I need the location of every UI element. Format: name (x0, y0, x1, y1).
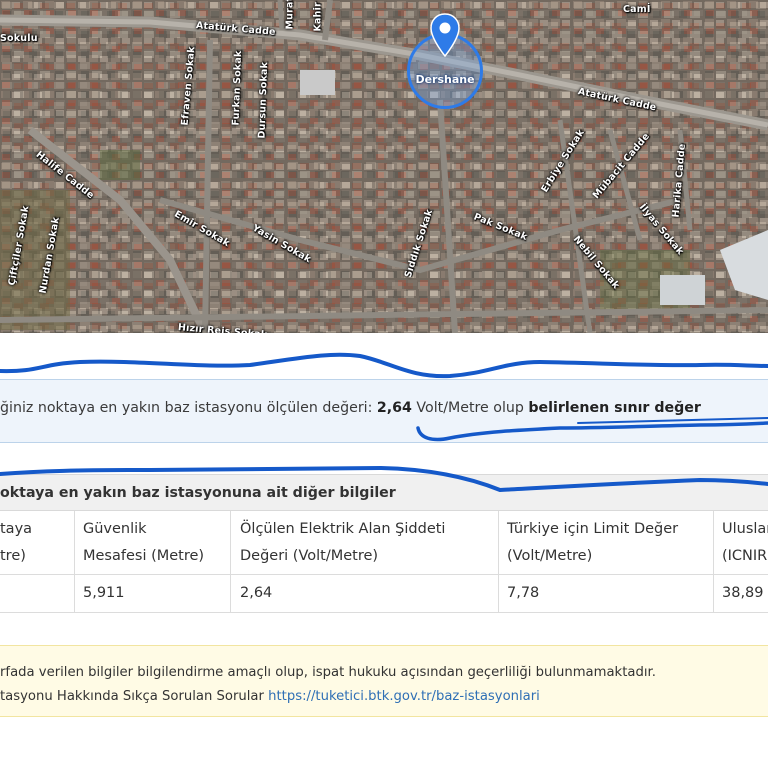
header-line: Değeri (Volt/Metre) (240, 548, 379, 564)
street-label: Kahir (312, 2, 324, 32)
info-text-middle: Volt/Metre olup (411, 400, 529, 416)
faq-line: tasyonu Hakkında Sıkça Sorulan Sorular h… (0, 689, 540, 704)
street-label: Murat (284, 0, 296, 30)
column-header-safety-distance: Güvenlik Mesafesi (Metre) (83, 516, 204, 570)
column-header-international-limit: Uluslararası (ICNIRP) (722, 516, 768, 570)
header-line: Türkiye için Limit Değer (507, 521, 679, 537)
marker-label: Dershane (415, 73, 475, 86)
column-divider (713, 511, 714, 613)
header-line: tre) (0, 548, 26, 564)
faq-link[interactable]: https://tuketici.btk.gov.tr/baz-istasyon… (268, 689, 540, 704)
street-label: Sokulu (0, 33, 38, 44)
limit-text: belirlenen sınır değer (528, 400, 701, 416)
disclaimer-text: rfada verilen bilgiler bilgilendirme ama… (0, 665, 656, 680)
info-text-before: ğiniz noktaya en yakın baz istasyonu ölç… (0, 400, 377, 416)
header-line: Ölçülen Elektrik Alan Şiddeti (240, 521, 446, 537)
cell-turkey-limit: 7,78 (507, 585, 540, 601)
faq-text: tasyonu Hakkında Sıkça Sorulan Sorular (0, 689, 269, 704)
header-line: Uluslararası (722, 521, 768, 537)
column-divider (74, 511, 75, 613)
map-imagery (0, 0, 768, 333)
header-line: Mesafesi (Metre) (83, 548, 205, 564)
header-line: Güvenlik (83, 521, 147, 537)
header-line: (ICNIRP) (722, 548, 768, 564)
column-header-turkey-limit: Türkiye için Limit Değer (Volt/Metre) (507, 516, 678, 570)
header-line: (Volt/Metre) (507, 548, 593, 564)
cell-safety-distance: 5,911 (83, 585, 125, 601)
table-title: oktaya en yakın baz istasyonuna ait diğe… (0, 485, 396, 501)
measurement-info-text: ğiniz noktaya en yakın baz istasyonu ölç… (0, 400, 768, 416)
measured-value: 2,64 (376, 400, 412, 416)
satellite-map[interactable]: Atatürk Cadde Atatürk Cadde Sokulu Camİ … (0, 0, 768, 333)
column-divider (498, 511, 499, 613)
header-line: taya (0, 521, 33, 537)
column-header-distance: taya tre) (0, 516, 32, 570)
disclaimer-box (0, 645, 768, 717)
street-label: Camİ (623, 4, 651, 15)
column-divider (230, 511, 231, 613)
cell-measured-value: 2,64 (240, 585, 273, 601)
map-pin-icon[interactable] (429, 13, 461, 57)
ink-stroke (0, 352, 768, 379)
column-header-measured-field: Ölçülen Elektrik Alan Şiddeti Değeri (Vo… (240, 516, 445, 570)
cell-international-limit: 38,89 (722, 585, 764, 601)
